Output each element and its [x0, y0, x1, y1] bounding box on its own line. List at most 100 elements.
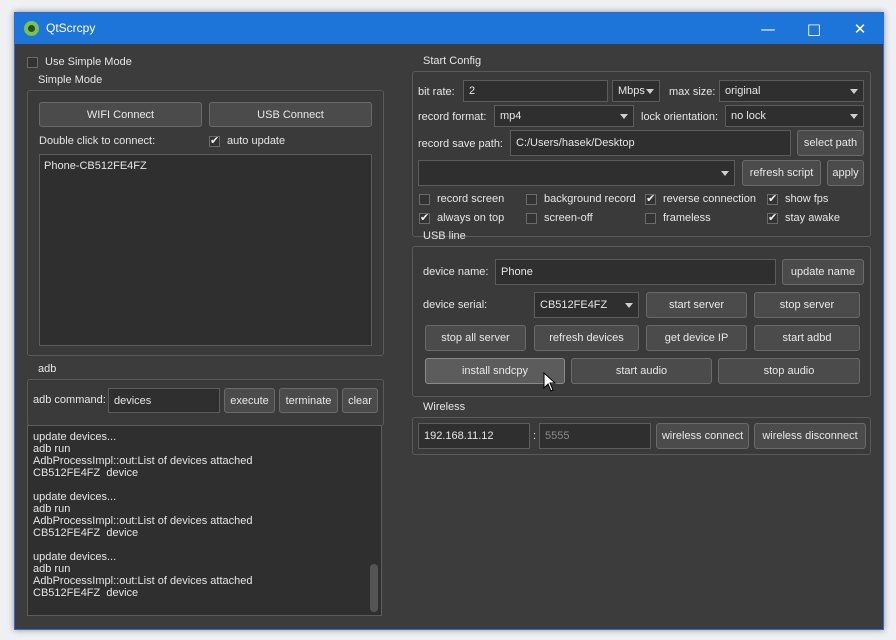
log-line: update devices...	[33, 431, 117, 443]
record-save-path-label: record save path:	[418, 138, 503, 150]
adb-group: adb command: devices execute terminate c…	[27, 379, 384, 426]
always-on-top-checkbox[interactable]: always on top	[419, 211, 504, 224]
screen-off-label: screen-off	[544, 212, 593, 224]
max-size-label: max size:	[669, 86, 716, 98]
background-record-checkbox[interactable]: background record	[526, 193, 636, 205]
use-simple-mode-checkbox[interactable]: Use Simple Mode	[27, 56, 132, 68]
log-line: CB512FE4FZ device	[33, 587, 139, 599]
usb-connect-button[interactable]: USB Connect	[209, 102, 372, 127]
log-line: update devices...	[33, 491, 117, 503]
maximize-button[interactable]: □	[791, 13, 837, 44]
start-server-button[interactable]: start server	[646, 292, 747, 318]
log-line: AdbProcessImpl::out:List of devices atta…	[33, 575, 253, 587]
title-bar: QtScrcpy — □ ✕	[15, 13, 883, 44]
stop-all-server-button[interactable]: stop all server	[425, 325, 526, 351]
background-record-box[interactable]	[526, 193, 537, 205]
frameless-label: frameless	[663, 212, 711, 224]
reverse-connection-box[interactable]	[645, 192, 656, 205]
show-fps-label: show fps	[785, 193, 829, 205]
screen-off-checkbox[interactable]: screen-off	[526, 212, 593, 224]
stop-server-button[interactable]: stop server	[754, 292, 860, 318]
get-device-ip-button[interactable]: get device IP	[646, 325, 747, 351]
device-name-input[interactable]: Phone	[495, 259, 776, 285]
show-fps-box[interactable]	[767, 192, 778, 205]
chevron-down-icon	[850, 89, 858, 94]
record-save-path-input[interactable]: C:/Users/hasek/Desktop	[510, 130, 791, 156]
max-size-select[interactable]: original	[719, 80, 864, 102]
wireless-title: Wireless	[423, 401, 466, 413]
refresh-script-button[interactable]: refresh script	[742, 160, 821, 186]
show-fps-checkbox[interactable]: show fps	[767, 192, 829, 205]
record-screen-label: record screen	[437, 193, 505, 205]
auto-update-label: auto update	[227, 135, 286, 147]
use-simple-mode-box[interactable]	[27, 56, 38, 68]
refresh-devices-button[interactable]: refresh devices	[534, 325, 639, 351]
frameless-box[interactable]	[645, 212, 656, 224]
start-audio-button[interactable]: start audio	[571, 358, 712, 384]
auto-update-checkbox[interactable]: auto update	[209, 134, 286, 147]
close-icon: ✕	[853, 19, 867, 38]
log-line: CB512FE4FZ device	[33, 527, 139, 539]
simple-mode-group: WIFI Connect USB Connect Double click to…	[27, 90, 384, 356]
frameless-checkbox[interactable]: frameless	[645, 212, 711, 224]
window-title: QtScrcpy	[46, 21, 96, 35]
wireless-port-input[interactable]: 5555	[539, 423, 651, 449]
stay-awake-box[interactable]	[767, 211, 778, 224]
adb-command-label: adb command:	[33, 394, 106, 406]
background-record-label: background record	[544, 193, 636, 205]
log-line: adb run	[33, 443, 71, 455]
bit-rate-label: bit rate:	[418, 86, 455, 98]
device-serial-value: CB512FE4FZ	[540, 299, 608, 311]
reverse-connection-checkbox[interactable]: reverse connection	[645, 192, 756, 205]
lock-orientation-label: lock orientation:	[641, 111, 719, 123]
device-list[interactable]: Phone-CB512FE4FZ	[39, 154, 372, 346]
wifi-connect-button[interactable]: WIFI Connect	[39, 102, 202, 127]
adb-log-output[interactable]: update devices... adb run AdbProcessImpl…	[27, 425, 382, 616]
device-serial-select[interactable]: CB512FE4FZ	[534, 292, 639, 318]
clear-button[interactable]: clear	[342, 388, 378, 413]
device-name-label: device name:	[423, 266, 489, 278]
always-on-top-box[interactable]	[419, 211, 430, 224]
terminate-button[interactable]: terminate	[279, 388, 338, 413]
bit-rate-unit-select[interactable]: Mbps	[612, 80, 660, 102]
mouse-cursor-icon	[543, 372, 557, 392]
close-button[interactable]: ✕	[837, 13, 883, 44]
apply-button[interactable]: apply	[827, 160, 864, 186]
main-content: Use Simple Mode Simple Mode WIFI Connect…	[15, 44, 883, 629]
usb-line-group: device name: Phone update name device se…	[412, 246, 871, 397]
bit-rate-input[interactable]: 2	[463, 80, 608, 102]
adb-command-input[interactable]: devices	[108, 388, 220, 413]
log-scrollbar[interactable]	[370, 564, 378, 612]
auto-update-box[interactable]	[209, 134, 220, 147]
chevron-down-icon	[620, 114, 628, 119]
android-app-icon	[24, 21, 39, 36]
double-click-label: Double click to connect:	[39, 135, 156, 147]
execute-button[interactable]: execute	[224, 388, 275, 413]
update-name-button[interactable]: update name	[782, 259, 864, 285]
chevron-down-icon	[850, 114, 858, 119]
lock-orientation-value: no lock	[731, 110, 766, 122]
minimize-button[interactable]: —	[745, 13, 791, 44]
wireless-port-separator: :	[533, 430, 537, 442]
device-list-item[interactable]: Phone-CB512FE4FZ	[44, 160, 147, 172]
lock-orientation-select[interactable]: no lock	[725, 105, 864, 127]
usb-line-title: USB line	[423, 230, 466, 242]
select-path-button[interactable]: select path	[797, 130, 864, 156]
wireless-disconnect-button[interactable]: wireless disconnect	[754, 423, 866, 449]
stop-audio-button[interactable]: stop audio	[718, 358, 860, 384]
wireless-connect-button[interactable]: wireless connect	[656, 423, 749, 449]
script-select[interactable]	[418, 160, 735, 186]
device-serial-label: device serial:	[423, 299, 488, 311]
wireless-group: 192.168.11.12 : 5555 wireless connect wi…	[412, 417, 871, 455]
start-adbd-button[interactable]: start adbd	[754, 325, 860, 351]
screen-off-box[interactable]	[526, 212, 537, 224]
record-format-select[interactable]: mp4	[494, 105, 634, 127]
log-line: CB512FE4FZ device	[33, 467, 139, 479]
record-screen-checkbox[interactable]: record screen	[419, 193, 504, 205]
start-config-title: Start Config	[423, 55, 482, 67]
stay-awake-checkbox[interactable]: stay awake	[767, 211, 840, 224]
record-format-label: record format:	[418, 111, 487, 123]
record-screen-box[interactable]	[419, 193, 430, 205]
wireless-ip-input[interactable]: 192.168.11.12	[418, 423, 530, 449]
app-window: QtScrcpy — □ ✕ Use Simple Mode Simple Mo…	[14, 12, 884, 630]
